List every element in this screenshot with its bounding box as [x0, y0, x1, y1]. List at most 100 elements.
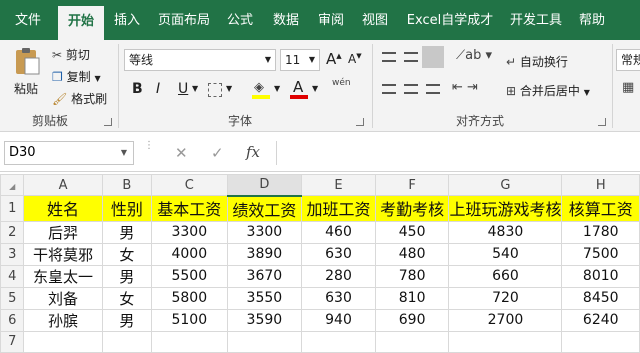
currency-icon[interactable]: ▦ — [622, 80, 634, 95]
column-header[interactable]: C — [151, 174, 228, 196]
orientation-icon[interactable]: ⟋ab ▾ — [456, 48, 492, 63]
cell[interactable]: 3300 — [151, 220, 228, 244]
cell[interactable]: 720 — [448, 286, 563, 310]
align-center-icon[interactable] — [404, 84, 418, 94]
cell[interactable]: 3670 — [226, 264, 303, 288]
cell[interactable] — [301, 330, 376, 353]
cell[interactable]: 男 — [101, 308, 153, 332]
select-all-corner[interactable]: ◢ — [0, 174, 25, 196]
chevron-down-icon[interactable]: ▼ — [312, 84, 318, 93]
shrink-font-button[interactable]: A▼ — [348, 52, 362, 66]
cell[interactable]: 基本工资 — [151, 195, 228, 222]
italic-button[interactable]: I — [156, 81, 160, 97]
column-header[interactable]: G — [448, 174, 563, 196]
cell[interactable]: 540 — [448, 242, 563, 266]
format-painter-button[interactable]: 🖌 格式刷 — [52, 90, 107, 107]
underline-button[interactable]: U — [178, 81, 188, 97]
column-header-selected[interactable]: D — [226, 174, 303, 197]
cell[interactable]: 3550 — [226, 286, 303, 310]
cell[interactable]: 660 — [448, 264, 563, 288]
chevron-down-icon[interactable]: ▼ — [192, 84, 198, 93]
row-header[interactable]: 3 — [0, 242, 25, 266]
font-name-box[interactable]: 等线 ▼ — [124, 49, 276, 71]
cell[interactable]: 上班玩游戏考核 — [448, 195, 563, 222]
cell[interactable]: 考勤考核 — [374, 195, 450, 222]
cell[interactable]: 780 — [374, 264, 450, 288]
cell[interactable]: 460 — [301, 220, 376, 244]
grow-font-button[interactable]: A▲ — [326, 50, 342, 68]
tab-data[interactable]: 数据 — [268, 0, 304, 40]
cell[interactable]: 2700 — [448, 308, 563, 332]
cell[interactable]: 630 — [301, 286, 376, 310]
cell[interactable]: 630 — [301, 242, 376, 266]
copy-button[interactable]: ❐ 复制 ▼ — [52, 68, 101, 85]
cell[interactable]: 核算工资 — [561, 195, 640, 222]
cell[interactable]: 450 — [374, 220, 450, 244]
tab-help[interactable]: 帮助 — [574, 0, 610, 40]
cell[interactable]: 性别 — [101, 195, 153, 222]
tab-review[interactable]: 审阅 — [314, 0, 348, 40]
cell[interactable]: 8450 — [561, 286, 640, 310]
cell[interactable]: 280 — [301, 264, 376, 288]
fill-color-icon[interactable]: ◈ — [252, 80, 270, 100]
cell[interactable]: 940 — [301, 308, 376, 332]
wrap-text-button[interactable]: ↵ 自动换行 — [506, 53, 568, 70]
tab-view[interactable]: 视图 — [358, 0, 392, 40]
align-bottom-icon[interactable] — [422, 46, 444, 68]
cell[interactable] — [561, 330, 640, 353]
cancel-icon[interactable]: ✕ — [175, 144, 188, 162]
row-header[interactable]: 5 — [0, 286, 25, 310]
cell[interactable] — [23, 330, 103, 353]
clipboard-launcher-icon[interactable] — [104, 118, 112, 126]
cell[interactable]: 5500 — [151, 264, 228, 288]
cell[interactable]: 4830 — [448, 220, 563, 244]
cell[interactable] — [374, 330, 450, 353]
cell[interactable]: 6240 — [561, 308, 640, 332]
column-header[interactable]: F — [374, 174, 450, 196]
cell[interactable]: 女 — [101, 242, 153, 266]
cell[interactable]: 男 — [101, 264, 153, 288]
align-left-icon[interactable] — [382, 84, 396, 94]
cell[interactable]: 3590 — [226, 308, 303, 332]
cell[interactable]: 3300 — [226, 220, 303, 244]
column-header[interactable]: A — [23, 174, 103, 196]
align-right-icon[interactable] — [426, 84, 440, 94]
row-header[interactable]: 4 — [0, 264, 25, 288]
cell[interactable]: 加班工资 — [301, 195, 376, 222]
row-header[interactable]: 2 — [0, 220, 25, 244]
cell[interactable]: 480 — [374, 242, 450, 266]
cell[interactable] — [151, 330, 228, 353]
cut-button[interactable]: ✂ 剪切 — [52, 46, 90, 63]
cell[interactable]: 8010 — [561, 264, 640, 288]
font-size-box[interactable]: 11 ▼ — [280, 49, 320, 71]
align-top-icon[interactable] — [382, 52, 396, 62]
column-header[interactable]: H — [561, 174, 640, 196]
row-header[interactable]: 6 — [0, 308, 25, 332]
cell[interactable]: 刘备 — [23, 286, 103, 310]
borders-icon[interactable] — [208, 83, 222, 97]
enter-icon[interactable]: ✓ — [211, 144, 224, 162]
cell[interactable]: 男 — [101, 220, 153, 244]
tab-excel-self-study[interactable]: Excel自学成才 — [402, 0, 498, 40]
cell[interactable]: 5800 — [151, 286, 228, 310]
cell[interactable] — [448, 330, 563, 353]
tab-formulas[interactable]: 公式 — [222, 0, 258, 40]
insert-function-icon[interactable]: fx — [246, 143, 260, 161]
cell[interactable]: 干将莫邪 — [23, 242, 103, 266]
chevron-down-icon[interactable]: ▼ — [226, 84, 232, 93]
cell[interactable]: 绩效工资 — [226, 195, 303, 222]
cell[interactable]: 1780 — [561, 220, 640, 244]
cell[interactable]: 4000 — [151, 242, 228, 266]
cell[interactable]: 孙膑 — [23, 308, 103, 332]
paste-button[interactable]: 粘贴 — [8, 44, 46, 102]
tab-developer[interactable]: 开发工具 — [504, 0, 568, 40]
tab-home[interactable]: 开始 — [58, 6, 104, 40]
tab-page-layout[interactable]: 页面布局 — [152, 0, 216, 40]
row-header[interactable]: 7 — [0, 330, 25, 353]
align-middle-icon[interactable] — [404, 52, 418, 62]
tab-insert[interactable]: 插入 — [110, 0, 144, 40]
cell[interactable] — [101, 330, 153, 353]
cell[interactable]: 7500 — [561, 242, 640, 266]
row-header[interactable]: 1 — [0, 195, 25, 222]
alignment-launcher-icon[interactable] — [598, 118, 606, 126]
